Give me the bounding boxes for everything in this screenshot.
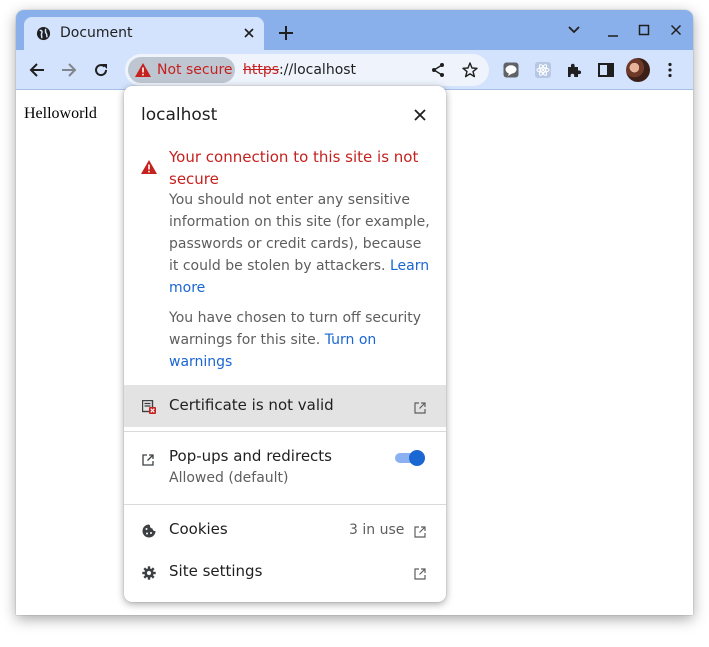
more-menu-icon[interactable] — [668, 62, 672, 83]
profile-avatar[interactable] — [626, 58, 650, 82]
side-panel-icon[interactable] — [598, 62, 614, 83]
globe-icon — [36, 26, 51, 46]
tab-title: Document — [60, 25, 133, 41]
certificate-row[interactable]: Certificate is not valid — [124, 385, 446, 427]
url-scheme: https — [243, 62, 280, 78]
tab-close-icon[interactable] — [242, 26, 256, 45]
warning-heading: Your connection to this site is not secu… — [169, 148, 419, 188]
minimize-button[interactable] — [607, 25, 619, 43]
popups-label: Pop-ups and redirects — [169, 447, 332, 465]
site-info-popup: localhost Your connection to this site i… — [124, 86, 446, 602]
react-devtools-icon[interactable] — [535, 62, 551, 83]
close-window-button[interactable] — [670, 23, 682, 41]
certificate-error-icon — [141, 399, 156, 418]
popup-host: localhost — [141, 105, 218, 125]
tab-document[interactable]: Document — [24, 17, 264, 50]
site-settings-label: Site settings — [169, 562, 263, 580]
bookmark-star-icon[interactable] — [462, 62, 478, 83]
new-tab-button[interactable] — [278, 25, 294, 46]
page-content-text: Helloworld — [24, 105, 97, 122]
cookie-icon — [142, 523, 156, 542]
popups-external-icon — [142, 451, 154, 470]
external-link-icon — [414, 565, 426, 584]
url-host: ://localhost — [279, 62, 357, 78]
divider — [124, 504, 446, 505]
maximize-button[interactable] — [638, 23, 650, 41]
line-extension-icon[interactable] — [503, 62, 519, 83]
certificate-label: Certificate is not valid — [169, 396, 334, 414]
reload-button[interactable] — [93, 62, 109, 83]
security-chip[interactable]: Not secure — [128, 57, 235, 83]
tab-search-chevron-icon[interactable] — [567, 22, 581, 41]
forward-button[interactable] — [61, 62, 77, 83]
back-button[interactable] — [29, 62, 45, 83]
title-bar: Document — [16, 10, 693, 50]
external-link-icon — [414, 523, 426, 542]
divider — [124, 431, 446, 432]
warning-description: You should not enter any sensitive infor… — [169, 189, 431, 299]
address-bar[interactable]: Not secure https://localhost — [125, 54, 489, 86]
close-icon[interactable] — [414, 106, 426, 125]
popups-status: Allowed (default) — [169, 470, 289, 486]
url-text[interactable]: https://localhost — [243, 62, 356, 78]
warnings-disabled-note: You have chosen to turn off security war… — [169, 307, 431, 373]
warning-icon — [135, 63, 151, 82]
cookies-count: 3 in use — [349, 522, 405, 538]
gear-icon — [142, 565, 156, 584]
toggle-knob — [409, 450, 425, 466]
external-link-icon — [414, 399, 426, 418]
warning-icon — [141, 159, 157, 178]
security-chip-label: Not secure — [157, 62, 233, 78]
toolbar: Not secure https://localhost — [16, 50, 693, 90]
cookies-label: Cookies — [169, 520, 228, 538]
popups-toggle[interactable] — [394, 450, 426, 466]
disabled-body: You have chosen to turn off security war… — [169, 310, 422, 348]
share-icon[interactable] — [430, 62, 446, 83]
extensions-puzzle-icon[interactable] — [566, 62, 582, 83]
